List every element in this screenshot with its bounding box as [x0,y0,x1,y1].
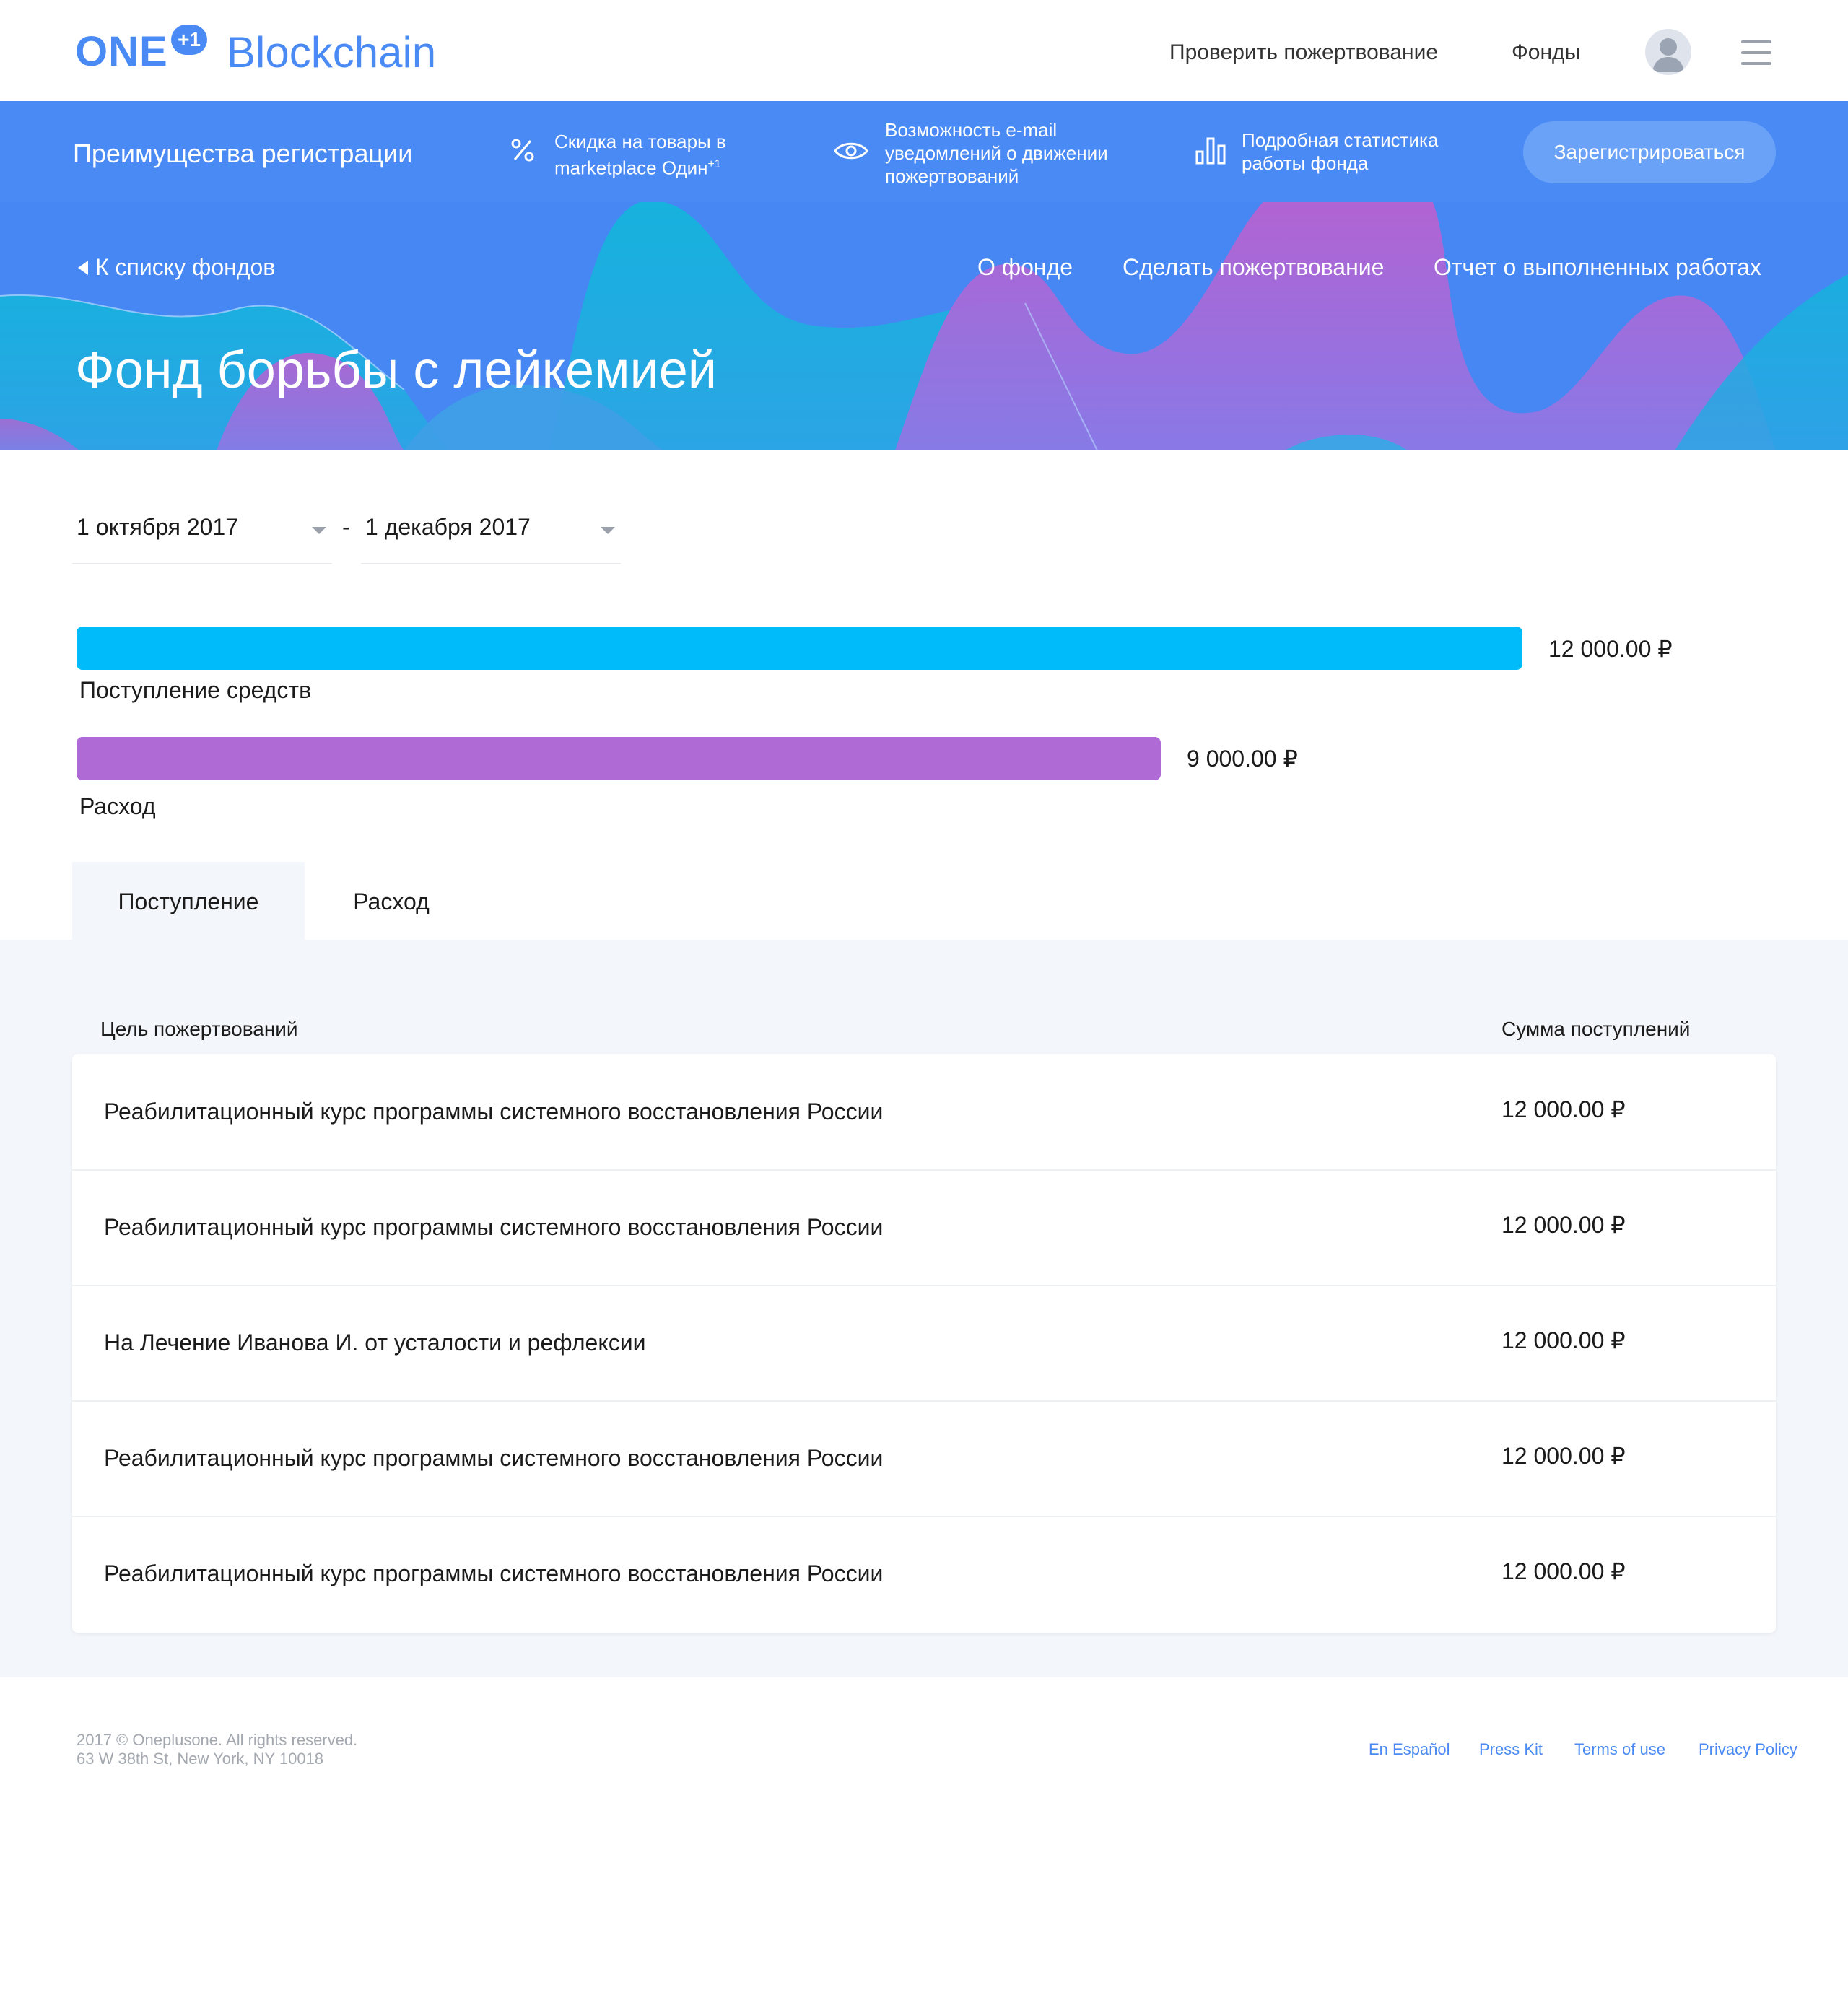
hero-nav-work-report[interactable]: Отчет о выполненных работах [1434,254,1761,281]
table-row[interactable]: На Лечение Иванова И. от усталости и реф… [72,1285,1776,1402]
footer-link-press-kit[interactable]: Press Kit [1479,1740,1543,1759]
table-row[interactable]: Реабилитационный курс программы системно… [72,1054,1776,1171]
footer-link-privacy[interactable]: Privacy Policy [1699,1740,1797,1759]
fund-hero-banner: К списку фондов О фонде Сделать пожертво… [0,202,1848,450]
chevron-down-icon [601,527,615,534]
user-silhouette-icon [1652,38,1684,72]
date-to-select[interactable]: 1 декабря 2017 [361,498,621,564]
footer-link-terms[interactable]: Terms of use [1574,1740,1665,1759]
caret-left-icon [78,260,88,275]
row-amount: 12 000.00 ₽ [1502,1327,1626,1353]
logo-plus-one-badge: +1 [171,25,207,55]
nav-check-donation[interactable]: Проверить пожертвование [1169,40,1438,65]
percent-icon [510,137,536,167]
promo-feature-stats-line2: работы фонда [1242,152,1369,174]
back-to-funds-link[interactable]: К списку фондов [78,254,275,281]
tab-income[interactable]: Поступление [72,862,305,941]
expense-bar-value: 9 000.00 ₽ [1187,746,1298,772]
promo-feature-discount: Скидка на товары в marketplace Один+1 [554,130,726,180]
promo-feature-discount-sup: +1 [707,158,721,170]
footer-link-espanol[interactable]: En Español [1369,1740,1450,1759]
expense-bar-label: Расход [79,793,156,819]
expense-bar [77,737,1161,780]
promo-feature-stats: Подробная статистика работы фонда [1242,128,1438,175]
chevron-down-icon [312,527,326,534]
column-header-amount: Сумма поступлений [1502,1018,1691,1040]
promo-feature-email-line3: пожертвований [885,165,1019,187]
back-to-funds-label: К списку фондов [95,254,276,280]
promo-feature-email: Возможность e-mail уведомлений о движени… [885,118,1108,188]
logo-one-text[interactable]: ONE [75,27,168,76]
income-table-panel: Цель пожертвований Сумма поступлений Реа… [0,940,1848,1677]
income-bar-value: 12 000.00 ₽ [1548,636,1673,662]
logo-blockchain-text[interactable]: Blockchain [227,27,436,77]
footer-address: 63 W 38th St, New York, NY 10018 [77,1750,324,1768]
promo-title: Преимущества регистрации [73,139,413,168]
promo-feature-email-line2: уведомлений о движении [885,142,1108,164]
table-row[interactable]: Реабилитационный курс программы системно… [72,1516,1776,1631]
row-goal: На Лечение Иванова И. от усталости и реф… [104,1330,646,1356]
user-avatar[interactable] [1645,29,1691,75]
hero-nav-make-donation[interactable]: Сделать пожертвование [1123,254,1384,281]
row-amount: 12 000.00 ₽ [1502,1443,1626,1469]
row-amount: 12 000.00 ₽ [1502,1558,1626,1584]
top-navbar: ONE +1 Blockchain Проверить пожертвовани… [0,0,1848,101]
income-bar [77,627,1522,670]
tab-expense[interactable]: Расход [305,862,478,941]
donations-table: Реабилитационный курс программы системно… [72,1054,1776,1633]
registration-benefits-strip: Преимущества регистрации Скидка на товар… [0,101,1848,202]
date-to-value: 1 декабря 2017 [365,514,531,540]
row-goal: Реабилитационный курс программы системно… [104,1099,884,1125]
menu-burger-icon[interactable] [1741,40,1771,65]
row-goal: Реабилитационный курс программы системно… [104,1445,884,1471]
row-amount: 12 000.00 ₽ [1502,1212,1626,1238]
column-header-goal: Цель пожертвований [100,1018,298,1040]
date-from-select[interactable]: 1 октября 2017 [72,498,332,564]
income-bar-label: Поступление средств [79,677,312,703]
table-row[interactable]: Реабилитационный курс программы системно… [72,1400,1776,1517]
eye-icon [833,139,869,167]
footer-copyright: 2017 © Oneplusone. All rights reserved. [77,1731,358,1749]
row-amount: 12 000.00 ₽ [1502,1096,1626,1122]
date-from-value: 1 октября 2017 [77,514,238,540]
bar-chart-icon [1195,136,1226,168]
register-button[interactable]: Зарегистрироваться [1523,121,1776,183]
promo-feature-discount-line2: marketplace Один [554,157,708,179]
table-row[interactable]: Реабилитационный курс программы системно… [72,1169,1776,1286]
promo-feature-stats-line1: Подробная статистика [1242,129,1439,151]
fund-title: Фонд борьбы с лейкемией [75,341,717,399]
row-goal: Реабилитационный курс программы системно… [104,1214,884,1240]
row-goal: Реабилитационный курс программы системно… [104,1560,884,1586]
promo-feature-discount-line1: Скидка на товары в [554,131,726,152]
hero-nav-about-fund[interactable]: О фонде [977,254,1073,281]
nav-funds[interactable]: Фонды [1512,40,1580,65]
date-range-separator: - [342,514,350,540]
hero-wave-background [0,202,1848,450]
promo-feature-email-line1: Возможность e-mail [885,119,1058,141]
